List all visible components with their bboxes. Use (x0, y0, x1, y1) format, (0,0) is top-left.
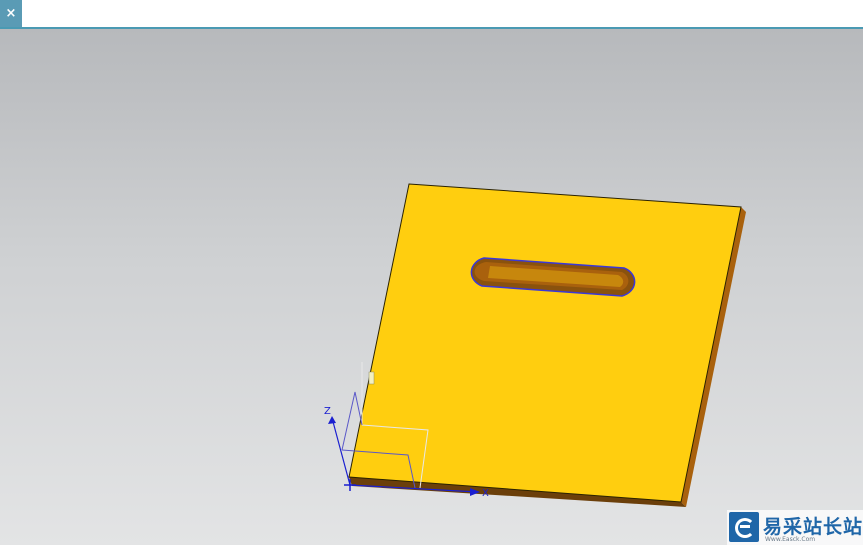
watermark-subtitle: Www.Easck.Com (765, 536, 816, 543)
graphics-viewport[interactable]: Z X (0, 29, 863, 545)
site-logo-icon (729, 512, 759, 542)
close-icon: × (5, 6, 17, 21)
title-bar: × (0, 0, 863, 29)
csys-z-label: Z (324, 406, 331, 417)
plate-top-face[interactable] (348, 183, 742, 503)
watermark: 易采站长站 Www.Easck.Com (727, 510, 863, 545)
watermark-title: 易采站长站 (763, 516, 863, 538)
close-button[interactable]: × (0, 0, 22, 27)
csys-x-label: X (482, 488, 489, 499)
app-window: × Z X 易采站长站 Www.Easck.Com (0, 0, 863, 545)
model-canvas: Z X (324, 183, 746, 507)
z-arrow-icon (328, 416, 336, 424)
